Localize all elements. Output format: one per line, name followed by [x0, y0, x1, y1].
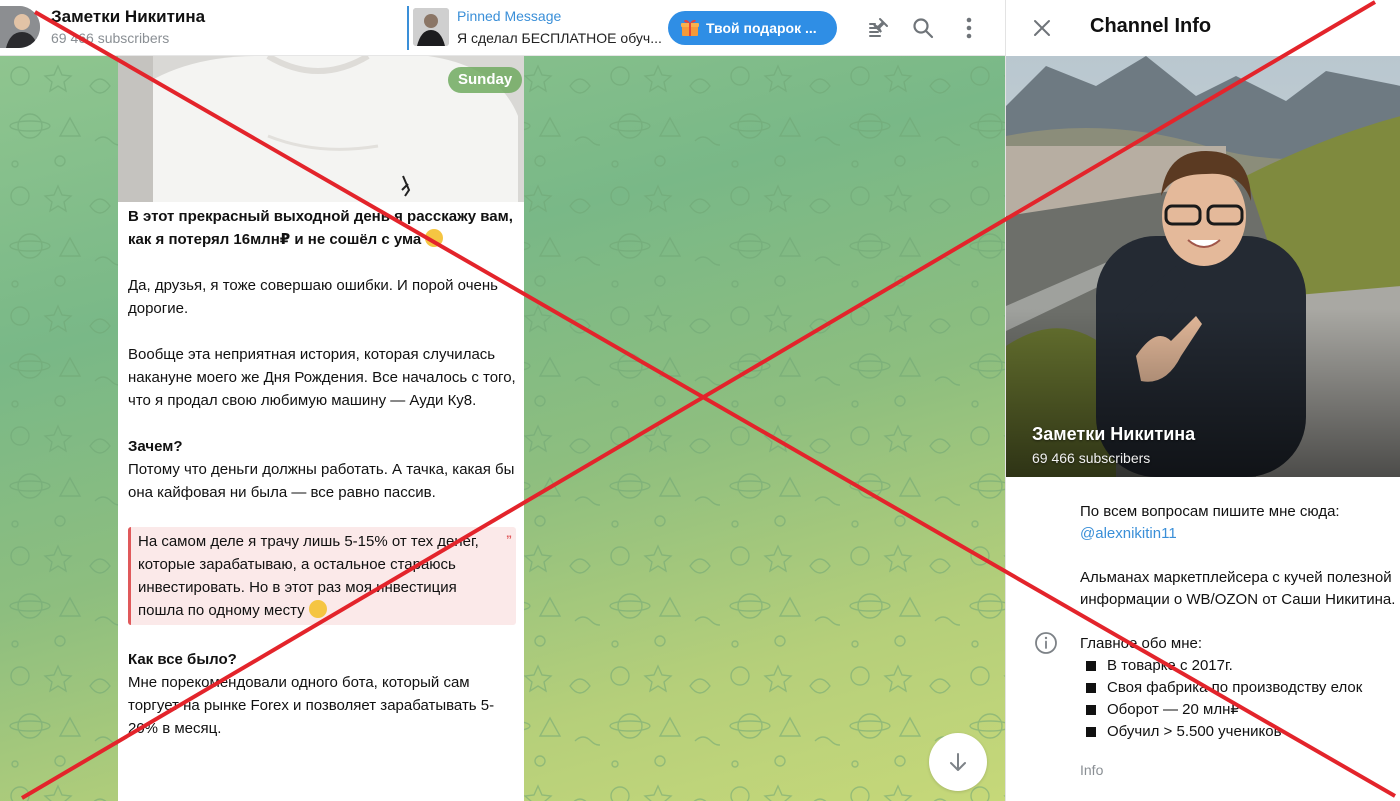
main-heading: Главное обо мне:	[1080, 635, 1203, 652]
date-badge: Sunday	[448, 67, 523, 93]
gift-button[interactable]: Твой подарок ...	[668, 11, 837, 45]
post-quote: На самом деле я трачу лишь 5-15% от тех …	[128, 527, 516, 625]
pinned-thumbnail	[413, 8, 449, 46]
cover-channel-name: Заметки Никитина	[1032, 424, 1196, 444]
close-icon[interactable]	[1028, 14, 1056, 42]
channel-title[interactable]: Заметки Никитина	[51, 7, 205, 27]
post-paragraph-2: Вообще эта неприятная история, которая с…	[128, 346, 516, 409]
info-icon	[1034, 631, 1058, 655]
bullet-item: Оборот — 20 млн₽	[1080, 699, 1398, 721]
gift-button-label: Твой подарок ...	[706, 20, 817, 36]
arrow-down-icon	[950, 753, 966, 771]
chat-header: Заметки Никитина 69 466 subscribers Pinn…	[0, 0, 1005, 56]
bullet-list: В товарке с 2017г. Своя фабрика по произ…	[1080, 655, 1398, 743]
channel-cover-photo[interactable]: Заметки Никитина 69 466 subscribers	[1006, 56, 1400, 477]
pinned-list-icon[interactable]	[864, 14, 892, 42]
pinned-title: Pinned Message	[457, 8, 562, 24]
quote-mark-icon: ”	[506, 533, 512, 547]
how-heading: Как все было?	[128, 651, 237, 668]
post-photo[interactable]: Sunday	[118, 56, 524, 202]
description-text: Альманах маркетплейсера с кучей полезной…	[1080, 569, 1396, 608]
channel-description: По всем вопросам пишите мне сюда: @alexni…	[1080, 501, 1398, 743]
pinned-message-bar[interactable]: Pinned Message Я сделал БЕСПЛАТНОЕ обуч.…	[407, 6, 667, 50]
bullet-item: Своя фабрика по производству елок	[1080, 677, 1398, 699]
upside-down-emoji-icon	[425, 229, 444, 247]
more-vertical-icon[interactable]	[955, 14, 983, 42]
contact-link[interactable]: @alexnikitin11	[1080, 525, 1177, 542]
smirk-emoji-icon	[308, 600, 327, 618]
pinned-text: Я сделал БЕСПЛАТНОЕ обуч...	[457, 30, 662, 46]
why-text: Потому что деньги должны работать. А тач…	[128, 461, 515, 501]
post-heading: В этот прекрасный выходной день я расска…	[128, 208, 513, 248]
info-label: Info	[1080, 762, 1104, 778]
chat-area[interactable]: Sunday В этот прекрасный выходной день я…	[0, 56, 1005, 801]
post-text: В этот прекрасный выходной день я расска…	[128, 205, 516, 763]
bullet-item: Обучил > 5.500 учеников	[1080, 721, 1398, 743]
panel-title: Channel Info	[1090, 15, 1212, 37]
subscriber-count: 69 466 subscribers	[51, 30, 170, 46]
post-paragraph-1: Да, друзья, я тоже совершаю ошибки. И по…	[128, 277, 498, 317]
why-heading: Зачем?	[128, 438, 183, 455]
channel-avatar[interactable]	[0, 6, 40, 48]
gift-icon	[680, 18, 700, 38]
how-text: Мне порекомендовали одного бота, который…	[128, 674, 495, 737]
search-icon[interactable]	[909, 14, 937, 42]
contact-text: По всем вопросам пишите мне сюда:	[1080, 503, 1340, 520]
channel-info-panel: Channel Info Заметки Никитина 69 466 sub…	[1005, 0, 1400, 801]
cover-subscriber-count: 69 466 subscribers	[1032, 450, 1151, 466]
bullet-item: В товарке с 2017г.	[1080, 655, 1398, 677]
scroll-to-bottom-button[interactable]	[929, 733, 987, 791]
channel-post[interactable]: Sunday В этот прекрасный выходной день я…	[118, 56, 524, 801]
